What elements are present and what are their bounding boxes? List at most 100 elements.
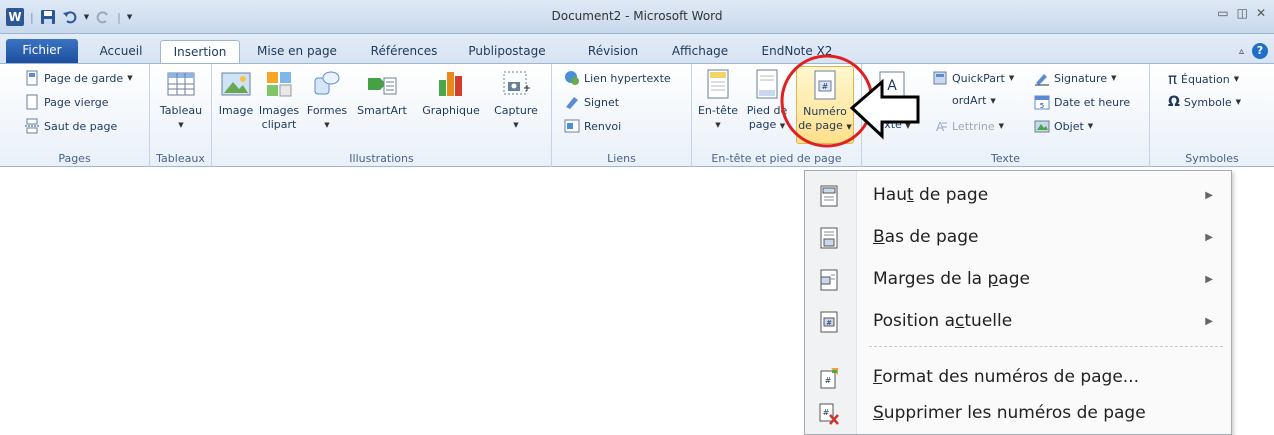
tab-publipostage[interactable]: Publipostage — [460, 40, 554, 64]
formes-label: Formes — [306, 104, 348, 117]
label-accel: t — [906, 185, 914, 205]
date-heure-button[interactable]: 5 Date et heure — [1034, 94, 1130, 110]
label-post: ormat des numéros de page... — [882, 367, 1140, 387]
omega-icon: Ω — [1168, 94, 1180, 110]
page-vierge-label: Page vierge — [44, 95, 109, 109]
tableau-button[interactable]: Tableau ▼ — [156, 68, 206, 132]
tab-fichier[interactable]: Fichier — [6, 39, 78, 63]
label-post: tuelle — [964, 311, 1013, 331]
menu-item-marges-de-la-page[interactable]: Marges de la page ▶ — [805, 259, 1231, 299]
page-number-menu: Haut de page ▶ Bas de page ▶ Marges de l… — [804, 170, 1232, 435]
formes-button[interactable]: Formes ▼ — [304, 68, 350, 132]
dropdown-icon: ▼ — [1235, 98, 1242, 106]
minimize-icon[interactable]: ▭ — [1217, 6, 1228, 20]
group-illustrations: Image Images clipart Formes ▼ SmartArt G… — [212, 64, 552, 167]
entete-label: En-tête — [697, 104, 739, 117]
cross-reference-icon — [564, 119, 580, 133]
label-post: upprimer les numéros de page — [883, 403, 1146, 423]
tab-references[interactable]: Références — [364, 40, 444, 64]
help-icon[interactable]: ? — [1252, 43, 1268, 59]
minimize-ribbon-icon[interactable]: ▵ — [1239, 46, 1244, 57]
menu-item-position-actuelle[interactable]: # Position actuelle ▶ — [805, 301, 1231, 341]
bookmark-icon — [566, 97, 578, 109]
tab-accueil[interactable]: Accueil — [88, 40, 154, 64]
objet-button[interactable]: Objet ▼ — [1034, 118, 1093, 134]
restore-icon[interactable]: ◫ — [1237, 6, 1248, 20]
calendar-icon: 5 — [1034, 95, 1050, 110]
renvoi-label: Renvoi — [584, 119, 622, 133]
submenu-arrow-icon: ▶ — [1205, 273, 1213, 285]
close-icon[interactable]: ✕ — [1256, 6, 1266, 20]
smartart-button[interactable]: SmartArt — [352, 68, 412, 118]
image-label: Image — [218, 104, 254, 117]
tab-revision[interactable]: Révision — [578, 40, 648, 64]
dropdown-icon: ▼ — [990, 96, 996, 105]
page-de-garde-button[interactable]: Page de garde ▼ — [24, 70, 133, 86]
group-label-tableaux: Tableaux — [156, 152, 205, 165]
images-clipart-button[interactable]: Images clipart — [256, 68, 302, 132]
quickpart-button[interactable]: QuickPart ▼ — [932, 70, 1014, 86]
menu-item-label: Position actuelle — [873, 311, 1012, 331]
menu-item-label: Format des numéros de page... — [873, 367, 1139, 387]
tab-affichage[interactable]: Affichage — [662, 40, 738, 64]
menu-item-supprimer-numeros[interactable]: # Supprimer les numéros de page — [805, 393, 1231, 433]
capture-button[interactable]: Capture ▼ — [488, 68, 544, 132]
svg-text:#: # — [823, 408, 830, 417]
menu-item-bas-de-page[interactable]: Bas de page ▶ — [805, 217, 1231, 257]
objet-label: Objet — [1054, 119, 1084, 133]
header-icon — [707, 69, 729, 99]
symbole-label: Symbole — [1183, 95, 1232, 109]
saut-de-page-button[interactable]: Saut de page — [24, 118, 117, 134]
current-position-icon: # — [820, 311, 838, 333]
wordart-button[interactable]: ordArt ▼ — [952, 94, 996, 107]
label-post: as de page — [884, 227, 979, 247]
svg-text:#: # — [826, 319, 832, 327]
signet-button[interactable]: Signet — [564, 94, 619, 110]
label-accel: p — [987, 269, 999, 289]
smartart-label: SmartArt — [357, 104, 407, 117]
signature-button[interactable]: Signature ▼ — [1034, 70, 1116, 86]
dropdown-icon: ▼ — [1111, 74, 1117, 82]
tableau-label: Tableau — [159, 104, 203, 117]
chart-icon — [439, 72, 462, 96]
images-clipart-label-2: clipart — [261, 118, 297, 131]
window-controls: ▭ ◫ ✕ — [1217, 6, 1266, 20]
quickpart-label: QuickPart — [952, 71, 1005, 85]
label-accel: S — [873, 403, 884, 423]
graphique-button[interactable]: Graphique — [416, 68, 486, 118]
menu-item-format-numeros[interactable]: # Format des numéros de page... — [805, 357, 1231, 397]
drop-cap-icon: A — [936, 120, 947, 134]
menu-item-label: Marges de la page — [873, 269, 1030, 289]
renvoi-button[interactable]: Renvoi — [564, 118, 621, 134]
menu-separator — [869, 346, 1223, 347]
blank-page-icon — [26, 94, 38, 110]
top-of-page-icon — [820, 185, 838, 207]
label-pre: Marges de la — [873, 269, 988, 289]
group-label-symboles: Symboles — [1185, 152, 1239, 165]
entete-button[interactable]: En-tête ▼ — [694, 68, 742, 132]
menu-item-haut-de-page[interactable]: Haut de page ▶ — [805, 175, 1231, 215]
page-vierge-button[interactable]: Page vierge — [24, 94, 109, 110]
tab-mise-en-page[interactable]: Mise en page — [252, 40, 342, 64]
quickpart-icon — [933, 71, 947, 85]
smartart-icon — [368, 77, 397, 95]
format-page-numbers-icon: # — [820, 368, 838, 389]
lien-hypertexte-button[interactable]: Lien hypertexte — [564, 70, 671, 86]
group-tableaux: Tableau ▼ Tableaux — [150, 64, 212, 167]
symbole-button[interactable]: Ω Symbole ▼ — [1168, 94, 1241, 110]
menu-item-label: Supprimer les numéros de page — [873, 403, 1146, 423]
image-button[interactable]: Image — [218, 68, 254, 118]
shapes-icon — [314, 71, 340, 95]
ribbon: Page de garde ▼ Page vierge Saut de page … — [0, 63, 1274, 167]
dropdown-icon: ▼ — [998, 122, 1005, 130]
dropdown-icon: ▼ — [324, 121, 330, 129]
label-accel: c — [955, 311, 965, 331]
tab-insertion[interactable]: Insertion — [160, 40, 240, 65]
dropdown-icon: ▼ — [715, 121, 721, 129]
equation-button[interactable]: π Équation ▼ — [1168, 70, 1239, 88]
lettrine-button[interactable]: A Lettrine ▼ — [932, 118, 1005, 135]
label-accel: F — [873, 367, 883, 387]
label-post: de page — [913, 185, 989, 205]
cover-page-icon — [26, 70, 38, 86]
capture-label: Capture — [494, 104, 538, 117]
